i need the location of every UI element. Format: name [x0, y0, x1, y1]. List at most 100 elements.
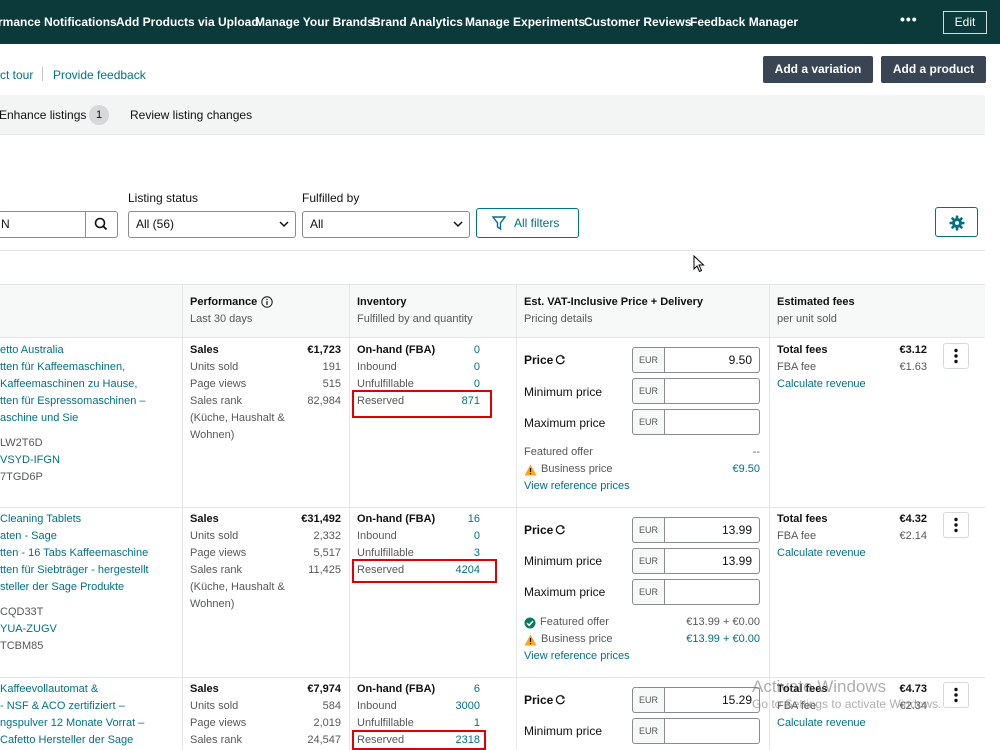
- nav-add-products-upload[interactable]: Add Products via Upload: [116, 15, 259, 29]
- product-title-line[interactable]: etto Australia: [0, 342, 64, 359]
- inbound-label: Inbound: [357, 530, 397, 542]
- price-input[interactable]: 15.29: [665, 687, 760, 713]
- inbound-label: Inbound: [357, 361, 397, 373]
- nav-edit-button[interactable]: Edit: [943, 11, 987, 34]
- featured-offer-value: €13.99 + €0.00: [686, 616, 760, 628]
- page-views-value: 2,019: [313, 717, 341, 729]
- product-title-line[interactable]: tten für Kaffeemaschinen,: [0, 359, 125, 376]
- product-title-line[interactable]: Cleaning Tablets: [0, 511, 81, 528]
- search-button[interactable]: [85, 211, 118, 238]
- currency-badge: EUR: [632, 579, 665, 605]
- calculate-revenue-link[interactable]: Calculate revenue: [777, 715, 866, 732]
- reserved-value[interactable]: 2318: [440, 732, 480, 749]
- price-input[interactable]: 13.99: [665, 517, 760, 543]
- table-settings-button[interactable]: [935, 207, 978, 237]
- calculate-revenue-link[interactable]: Calculate revenue: [777, 376, 866, 393]
- inbound-value[interactable]: 3000: [440, 698, 480, 715]
- price-input[interactable]: 9.50: [665, 347, 760, 373]
- inbound-value[interactable]: 0: [440, 359, 480, 376]
- sales-value: €1,723: [307, 344, 341, 356]
- page-views-label: Page views: [190, 547, 247, 559]
- sales-label: Sales: [190, 513, 219, 525]
- fba-fee-label: FBA fee: [777, 530, 817, 542]
- column-header-price[interactable]: Est. VAT-Inclusive Price + Delivery: [524, 296, 703, 308]
- total-fees-value: €4.32: [899, 513, 927, 525]
- product-title-line[interactable]: steller der Sage Produkte: [0, 579, 124, 596]
- onhand-value[interactable]: 16: [440, 511, 480, 528]
- tab-review-listing-changes[interactable]: Review listing changes: [130, 108, 252, 122]
- product-sku[interactable]: VSYD-IFGN: [0, 452, 60, 469]
- fulfilled-by-label: Fulfilled by: [302, 191, 360, 205]
- search-input[interactable]: N: [0, 211, 86, 238]
- reserved-label: Reserved: [357, 395, 405, 407]
- product-tour-link[interactable]: ct tour: [0, 68, 33, 82]
- onhand-value[interactable]: 6: [440, 681, 480, 698]
- onhand-value[interactable]: 0: [440, 342, 480, 359]
- column-header-inventory[interactable]: Inventory: [357, 296, 407, 308]
- nav-manage-brands[interactable]: Manage Your Brands: [255, 15, 374, 29]
- all-filters-button[interactable]: All filters: [476, 208, 579, 238]
- page-views-value: 5,517: [313, 547, 341, 559]
- sales-rank-label: Sales rank: [190, 395, 242, 407]
- row-actions-button[interactable]: [943, 682, 969, 708]
- refresh-icon[interactable]: [555, 354, 566, 365]
- add-variation-button[interactable]: Add a variation: [763, 56, 873, 83]
- featured-offer-label: Featured offer: [540, 616, 609, 628]
- product-title-line[interactable]: tten für Espressomaschinen –: [0, 393, 146, 410]
- tab-enhance-listings[interactable]: Enhance listings: [0, 108, 86, 122]
- currency-badge: EUR: [632, 409, 665, 435]
- refresh-icon[interactable]: [555, 524, 566, 535]
- info-icon[interactable]: [261, 296, 273, 308]
- nav-performance-notifications[interactable]: rmance Notifications: [0, 15, 117, 29]
- product-asin: LW2T6D: [0, 437, 43, 449]
- minimum-price-label: Minimum price: [524, 554, 603, 568]
- business-price-value: €13.99 + €0.00: [686, 633, 760, 645]
- maximum-price-input[interactable]: [665, 409, 760, 435]
- view-reference-prices-link[interactable]: View reference prices: [524, 478, 630, 495]
- units-sold-label: Units sold: [190, 530, 239, 542]
- business-price-label: Business price: [541, 633, 613, 645]
- minimum-price-input[interactable]: [665, 718, 760, 744]
- product-title-line[interactable]: Cafetto Hersteller der Sage: [0, 732, 133, 749]
- product-title-line[interactable]: aten - Sage: [0, 528, 57, 545]
- add-product-button[interactable]: Add a product: [881, 56, 986, 83]
- onhand-label: On-hand (FBA): [357, 344, 436, 356]
- product-title-line[interactable]: aschine und Sie: [0, 410, 78, 427]
- row-actions-button[interactable]: [943, 343, 969, 369]
- inbound-value[interactable]: 0: [440, 528, 480, 545]
- minimum-price-input[interactable]: 13.99: [665, 548, 760, 574]
- minimum-price-input[interactable]: [665, 378, 760, 404]
- product-title-line[interactable]: ngspulver 12 Monate Vorrat –: [0, 715, 144, 732]
- product-title-line[interactable]: Kaffeevollautomat &: [0, 681, 98, 698]
- reserved-value[interactable]: 871: [440, 393, 480, 410]
- product-title-line[interactable]: Kaffeemaschinen zu Hause,: [0, 376, 137, 393]
- nav-manage-experiments[interactable]: Manage Experiments: [465, 15, 585, 29]
- product-fnsku: 7TGD6P: [0, 471, 43, 483]
- price-label: Price: [524, 523, 554, 537]
- product-sku[interactable]: YUA-ZUGV: [0, 621, 57, 638]
- column-header-performance[interactable]: Performance: [190, 296, 257, 308]
- maximum-price-label: Maximum price: [524, 585, 606, 599]
- reserved-value[interactable]: 4204: [440, 562, 480, 579]
- chevron-down-icon: [453, 212, 463, 247]
- calculate-revenue-link[interactable]: Calculate revenue: [777, 545, 866, 562]
- nav-customer-reviews[interactable]: Customer Reviews: [584, 15, 691, 29]
- column-header-fees[interactable]: Estimated fees: [777, 296, 855, 308]
- search-icon: [94, 217, 108, 231]
- listing-status-select[interactable]: All (56): [128, 211, 296, 238]
- nav-more-menu-icon[interactable]: •••: [900, 11, 918, 27]
- provide-feedback-link[interactable]: Provide feedback: [53, 68, 146, 82]
- row-actions-button[interactable]: [943, 512, 969, 538]
- nav-brand-analytics[interactable]: Brand Analytics: [372, 15, 463, 29]
- product-title-line[interactable]: tten - 16 Tabs Kaffeemaschine: [0, 545, 148, 562]
- refresh-icon[interactable]: [555, 694, 566, 705]
- product-title-line[interactable]: tten für Siebträger - hergestellt: [0, 562, 149, 579]
- sales-rank-category: Wohnen): [190, 598, 235, 610]
- nav-feedback-manager[interactable]: Feedback Manager: [690, 15, 798, 29]
- view-reference-prices-link[interactable]: View reference prices: [524, 648, 630, 665]
- price-label: Price: [524, 353, 554, 367]
- fulfilled-by-select[interactable]: All: [302, 211, 470, 238]
- product-title-line[interactable]: - NSF & ACO zertifiziert –: [0, 698, 125, 715]
- fulfilled-by-value: All: [310, 217, 324, 231]
- maximum-price-input[interactable]: [665, 579, 760, 605]
